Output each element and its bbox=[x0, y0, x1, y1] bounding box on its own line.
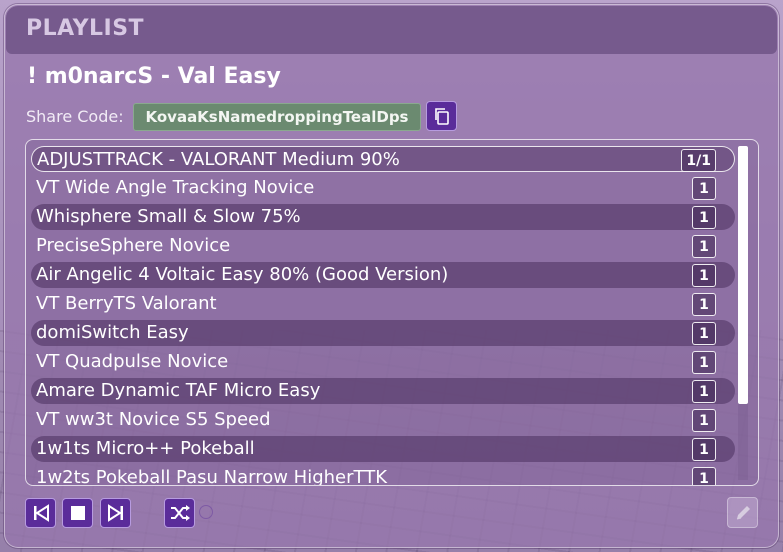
playlist-name: ! m0narcS - Val Easy bbox=[27, 64, 281, 89]
skip-next-icon bbox=[107, 504, 123, 522]
shuffle-icon bbox=[170, 505, 190, 521]
share-code-label: Share Code: bbox=[26, 107, 124, 126]
scenario-count: 1 bbox=[692, 380, 716, 403]
share-code-field[interactable]: KovaaKsNamedroppingTealDps bbox=[133, 103, 421, 131]
scrollbar-thumb[interactable] bbox=[738, 146, 748, 404]
scenario-name: PreciseSphere Novice bbox=[36, 235, 231, 256]
scenario-name: 1w1ts Micro++ Pokeball bbox=[36, 438, 255, 459]
scenario-name: Amare Dynamic TAF Micro Easy bbox=[36, 380, 321, 401]
scenario-count: 1 bbox=[692, 351, 716, 374]
scenario-row[interactable]: ADJUSTTRACK - VALORANT Medium 90% 1/1 bbox=[31, 146, 735, 172]
previous-button[interactable] bbox=[25, 498, 56, 528]
scenario-count: 1 bbox=[692, 467, 716, 485]
shuffle-info-icon bbox=[199, 505, 213, 519]
scenario-count: 1 bbox=[692, 438, 716, 461]
stop-icon bbox=[70, 506, 85, 520]
scenario-name: Whisphere Small & Slow 75% bbox=[36, 206, 301, 227]
edit-playlist-button[interactable] bbox=[727, 497, 758, 528]
scenario-count: 1 bbox=[692, 409, 716, 432]
scenario-row[interactable]: PreciseSphere Novice 1 bbox=[31, 233, 735, 259]
scenario-row[interactable]: Whisphere Small & Slow 75% 1 bbox=[31, 204, 735, 230]
scenario-name: VT BerryTS Valorant bbox=[36, 293, 217, 314]
share-code-value: KovaaKsNamedroppingTealDps bbox=[145, 108, 409, 126]
scenario-row[interactable]: VT BerryTS Valorant 1 bbox=[31, 291, 735, 317]
scenario-row[interactable]: VT ww3t Novice S5 Speed 1 bbox=[31, 407, 735, 433]
scenario-name: VT Wide Angle Tracking Novice bbox=[36, 177, 315, 198]
scenario-count: 1 bbox=[692, 322, 716, 345]
scenario-name: domiSwitch Easy bbox=[36, 322, 189, 343]
scenario-count: 1 bbox=[692, 264, 716, 287]
scenario-name: 1w2ts Pokeball Pasu Narrow HigherTTK bbox=[36, 467, 387, 485]
scenario-row[interactable]: VT Wide Angle Tracking Novice 1 bbox=[31, 175, 735, 201]
scenario-row[interactable]: domiSwitch Easy 1 bbox=[31, 320, 735, 346]
panel-title: PLAYLIST bbox=[26, 16, 145, 41]
pencil-icon bbox=[736, 505, 750, 519]
scenario-name: VT Quadpulse Novice bbox=[36, 351, 229, 372]
scenario-name: VT ww3t Novice S5 Speed bbox=[36, 409, 271, 430]
scenario-row[interactable]: Air Angelic 4 Voltaic Easy 80% (Good Ver… bbox=[31, 262, 735, 288]
scenario-count: 1 bbox=[692, 235, 716, 258]
copy-share-code-button[interactable] bbox=[426, 101, 457, 131]
scenario-count: 1 bbox=[692, 177, 716, 200]
shuffle-button[interactable] bbox=[164, 498, 195, 528]
scenario-row[interactable]: 1w2ts Pokeball Pasu Narrow HigherTTK 1 bbox=[31, 465, 735, 485]
stop-button[interactable] bbox=[62, 498, 93, 528]
scenario-name: ADJUSTTRACK - VALORANT Medium 90% bbox=[37, 149, 400, 170]
scenario-row[interactable]: 1w1ts Micro++ Pokeball 1 bbox=[31, 436, 735, 462]
copy-icon bbox=[434, 108, 449, 125]
scenario-row[interactable]: Amare Dynamic TAF Micro Easy 1 bbox=[31, 378, 735, 404]
scenario-row[interactable]: VT Quadpulse Novice 1 bbox=[31, 349, 735, 375]
scenario-count: 1 bbox=[692, 293, 716, 316]
next-button[interactable] bbox=[100, 498, 131, 528]
scenario-count: 1 bbox=[692, 206, 716, 229]
scenario-name: Air Angelic 4 Voltaic Easy 80% (Good Ver… bbox=[36, 264, 449, 285]
scenario-count: 1/1 bbox=[681, 149, 716, 172]
skip-previous-icon bbox=[33, 504, 49, 522]
